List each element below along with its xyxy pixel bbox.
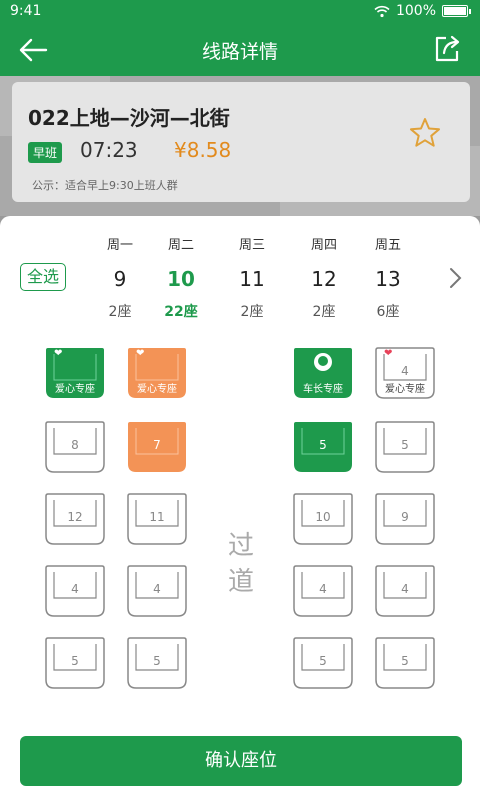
day-tab-tue[interactable]: 周二 10 22座 [151, 234, 211, 321]
seat-number: 5 [319, 654, 327, 668]
day-tab-thu[interactable]: 周四 12 2座 [294, 234, 354, 321]
seat-label: 爱心专座 [137, 384, 177, 395]
seat-available[interactable]: 9 [374, 492, 436, 546]
heart-icon: ❤ [384, 348, 393, 359]
battery-percent: 100% [395, 3, 436, 19]
aisle-char: 道 [227, 567, 254, 597]
seat-available[interactable]: 8 [44, 420, 106, 474]
battery-fill [444, 7, 466, 15]
seat-number: 5 [319, 438, 327, 452]
seat-available[interactable]: 10 [292, 492, 354, 546]
seat-selected-green[interactable]: 5 [292, 420, 354, 474]
seat-number: 10 [315, 510, 331, 524]
seat-available[interactable]: 5 [126, 636, 188, 690]
page-title: 线路详情 [201, 41, 278, 63]
star-icon[interactable] [408, 116, 442, 150]
seat-number: 4 [153, 582, 161, 596]
seat-available[interactable]: 5 [292, 636, 354, 690]
day-date: 12 [311, 267, 337, 291]
chevron-right-icon[interactable] [448, 266, 464, 290]
shift-badge: 早班 [28, 142, 63, 163]
confirm-seat-button[interactable]: 确认座位 [20, 736, 462, 786]
day-tab-fri[interactable]: 周五 13 6座 [358, 234, 418, 321]
seat-number: 5 [401, 654, 409, 668]
seat-available[interactable]: 4 [44, 564, 106, 618]
route-name: 022上地—沙河—北街 [28, 106, 230, 130]
seat-driver: 车长专座 [292, 346, 354, 400]
seat-selected-orange[interactable]: 7 [126, 420, 188, 474]
seat-available[interactable]: 11 [126, 492, 188, 546]
day-weekday: 周二 [167, 238, 194, 253]
seat-number: 4 [401, 582, 409, 596]
seat-number: 11 [149, 510, 165, 524]
heart-icon: ❤ [54, 348, 63, 359]
seat-number: 5 [401, 438, 409, 452]
aisle-char: 过 [227, 531, 254, 561]
seat-available[interactable]: 5 [374, 420, 436, 474]
status-bar: 9:41 100% [0, 0, 480, 24]
seat-available[interactable]: 4 [374, 564, 436, 618]
day-weekday: 周四 [310, 238, 337, 253]
day-date: 9 [113, 267, 127, 291]
seat-number: 5 [153, 654, 161, 668]
price: ¥8.58 [174, 138, 232, 162]
seat-number: 4 [319, 582, 327, 596]
seat-available[interactable]: 4 [292, 564, 354, 618]
seat-priority-green[interactable]: ❤ 爱心专座 [44, 346, 106, 400]
status-right: 100% [374, 3, 471, 19]
day-date: 13 [375, 267, 401, 291]
day-weekday: 周三 [238, 238, 265, 253]
seat-available[interactable]: 4 [126, 564, 188, 618]
seat-number: 4 [71, 582, 79, 596]
battery-icon [442, 5, 471, 17]
select-all-button[interactable]: 全选 [20, 263, 66, 291]
day-seats: 22座 [164, 304, 198, 320]
seat-number: 9 [401, 510, 409, 524]
seat-priority-empty[interactable]: ❤ 4 爱心专座 [374, 346, 436, 400]
route-card: 022上地—沙河—北街 早班 07:23 ¥8.58 公示：适合早上9:30上班… [12, 82, 470, 202]
seat-selection-sheet: 全选 周一 9 2座 周二 10 22座 周三 11 2座 周四 12 2座 周… [0, 216, 480, 800]
day-seats: 2座 [312, 304, 336, 320]
seat-number: 5 [71, 654, 79, 668]
seat-number: 8 [71, 438, 79, 452]
day-seats: 2座 [240, 304, 264, 320]
day-tab-mon[interactable]: 周一 9 2座 [90, 234, 150, 321]
aisle-label: 过 道 [226, 528, 256, 600]
seat-available[interactable]: 5 [374, 636, 436, 690]
day-weekday: 周一 [106, 238, 133, 253]
day-date: 10 [167, 267, 195, 291]
seat-number: 12 [67, 510, 83, 524]
nav-bar: 线路详情 [0, 24, 480, 76]
route-notice: 公示：适合早上9:30上班人群 [32, 179, 178, 192]
wifi-icon [374, 5, 390, 17]
status-time: 9:41 [10, 3, 42, 19]
seat-available[interactable]: 5 [44, 636, 106, 690]
seat-available[interactable]: 12 [44, 492, 106, 546]
seat-label: 爱心专座 [55, 384, 95, 395]
day-weekday: 周五 [374, 238, 401, 253]
seat-number: 4 [401, 364, 409, 378]
departure-time: 07:23 [80, 138, 138, 162]
share-icon[interactable] [432, 34, 462, 64]
seat-priority-orange[interactable]: ❤ 爱心专座 [126, 346, 188, 400]
seat-label: 车长专座 [303, 384, 343, 395]
heart-icon: ❤ [136, 348, 145, 359]
day-seats: 2座 [108, 304, 132, 320]
day-seats: 6座 [376, 304, 400, 320]
seat-number: 7 [153, 438, 161, 452]
seat-label: 爱心专座 [385, 384, 425, 395]
day-date: 11 [239, 267, 265, 291]
day-tab-wed[interactable]: 周三 11 2座 [222, 234, 282, 321]
